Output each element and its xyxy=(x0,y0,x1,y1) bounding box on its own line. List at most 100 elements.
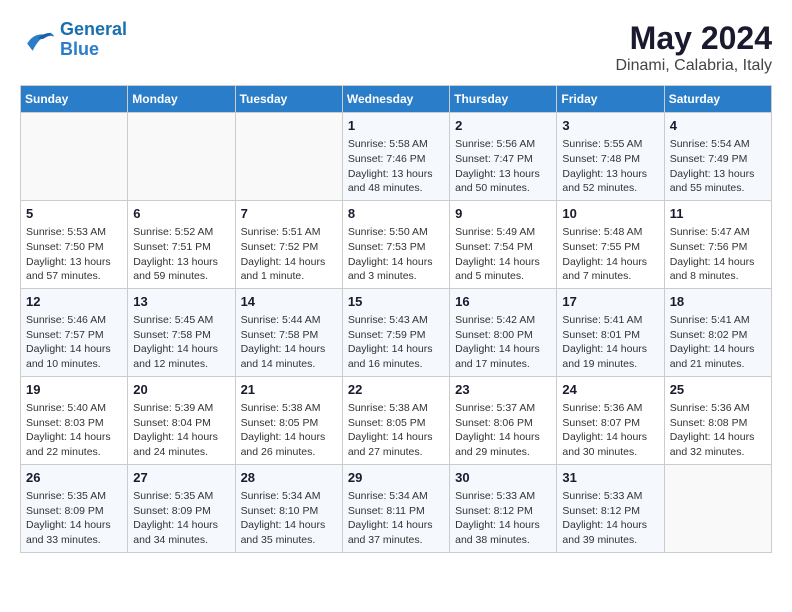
logo-line2: Blue xyxy=(60,40,127,60)
day-number: 16 xyxy=(455,293,551,311)
day-info: Sunrise: 5:42 AMSunset: 8:00 PMDaylight:… xyxy=(455,313,551,372)
calendar-cell xyxy=(235,113,342,201)
day-number: 10 xyxy=(562,205,658,223)
day-info: Sunrise: 5:35 AMSunset: 8:09 PMDaylight:… xyxy=(133,489,229,548)
day-number: 2 xyxy=(455,117,551,135)
day-info: Sunrise: 5:33 AMSunset: 8:12 PMDaylight:… xyxy=(455,489,551,548)
day-number: 20 xyxy=(133,381,229,399)
calendar-cell: 30Sunrise: 5:33 AMSunset: 8:12 PMDayligh… xyxy=(450,464,557,552)
weekday-header-row: SundayMondayTuesdayWednesdayThursdayFrid… xyxy=(21,86,772,113)
day-info: Sunrise: 5:46 AMSunset: 7:57 PMDaylight:… xyxy=(26,313,122,372)
day-number: 23 xyxy=(455,381,551,399)
calendar-cell: 21Sunrise: 5:38 AMSunset: 8:05 PMDayligh… xyxy=(235,376,342,464)
weekday-header-monday: Monday xyxy=(128,86,235,113)
calendar-cell: 19 Sunrise: 5:40 AMSunset: 8:03 PMDayligh… xyxy=(21,376,128,464)
day-info: Sunrise: 5:34 AMSunset: 8:10 PMDaylight:… xyxy=(241,489,337,548)
day-number: 24 xyxy=(562,381,658,399)
calendar-week-1: 1 Sunrise: 5:58 AMSunset: 7:46 PMDaylight… xyxy=(21,113,772,201)
calendar-cell: 25 Sunrise: 5:36 AMSunset: 8:08 PMDayligh… xyxy=(664,376,771,464)
day-number: 8 xyxy=(348,205,444,223)
page-header: General Blue May 2024 Dinami, Calabria, … xyxy=(20,20,772,75)
day-info: Sunrise: 5:41 AMSunset: 8:02 PMDaylight:… xyxy=(670,313,766,372)
day-info: Sunrise: 5:53 AMSunset: 7:50 PMDaylight:… xyxy=(26,225,122,284)
day-info: Sunrise: 5:56 AMSunset: 7:47 PMDaylight:… xyxy=(455,137,551,196)
day-number: 14 xyxy=(241,293,337,311)
calendar-week-4: 19 Sunrise: 5:40 AMSunset: 8:03 PMDayligh… xyxy=(21,376,772,464)
day-number: 5 xyxy=(26,205,122,223)
day-info: Sunrise: 5:49 AMSunset: 7:54 PMDaylight:… xyxy=(455,225,551,284)
day-info: Sunrise: 5:48 AMSunset: 7:55 PMDaylight:… xyxy=(562,225,658,284)
calendar-cell: 31 Sunrise: 5:33 AMSunset: 8:12 PMDayligh… xyxy=(557,464,664,552)
day-info: Sunrise: 5:34 AMSunset: 8:11 PMDaylight:… xyxy=(348,489,444,548)
day-info: Sunrise: 5:58 AMSunset: 7:46 PMDaylight:… xyxy=(348,137,444,196)
calendar-cell: 17 Sunrise: 5:41 AMSunset: 8:01 PMDayligh… xyxy=(557,288,664,376)
title-block: May 2024 Dinami, Calabria, Italy xyxy=(616,20,773,75)
day-info: Sunrise: 5:40 AMSunset: 8:03 PMDaylight:… xyxy=(26,401,122,460)
day-info: Sunrise: 5:38 AMSunset: 8:05 PMDaylight:… xyxy=(348,401,444,460)
calendar-cell: 2 Sunrise: 5:56 AMSunset: 7:47 PMDaylight… xyxy=(450,113,557,201)
calendar-cell: 10 Sunrise: 5:48 AMSunset: 7:55 PMDayligh… xyxy=(557,200,664,288)
day-number: 17 xyxy=(562,293,658,311)
calendar-week-3: 12 Sunrise: 5:46 AMSunset: 7:57 PMDayligh… xyxy=(21,288,772,376)
calendar-cell: 29Sunrise: 5:34 AMSunset: 8:11 PMDayligh… xyxy=(342,464,449,552)
calendar-week-2: 5 Sunrise: 5:53 AMSunset: 7:50 PMDaylight… xyxy=(21,200,772,288)
calendar-cell: 24 Sunrise: 5:36 AMSunset: 8:07 PMDayligh… xyxy=(557,376,664,464)
day-number: 15 xyxy=(348,293,444,311)
day-info: Sunrise: 5:36 AMSunset: 8:08 PMDaylight:… xyxy=(670,401,766,460)
day-number: 3 xyxy=(562,117,658,135)
day-number: 19 xyxy=(26,381,122,399)
day-number: 27 xyxy=(133,469,229,487)
calendar-cell: 15 Sunrise: 5:43 AMSunset: 7:59 PMDayligh… xyxy=(342,288,449,376)
calendar-title: May 2024 xyxy=(616,20,773,57)
logo-icon xyxy=(20,25,56,55)
calendar-cell: 6Sunrise: 5:52 AMSunset: 7:51 PMDaylight… xyxy=(128,200,235,288)
weekday-header-saturday: Saturday xyxy=(664,86,771,113)
calendar-cell xyxy=(21,113,128,201)
day-info: Sunrise: 5:41 AMSunset: 8:01 PMDaylight:… xyxy=(562,313,658,372)
day-number: 11 xyxy=(670,205,766,223)
calendar-cell: 14 Sunrise: 5:44 AMSunset: 7:58 PMDayligh… xyxy=(235,288,342,376)
weekday-header-tuesday: Tuesday xyxy=(235,86,342,113)
day-info: Sunrise: 5:50 AMSunset: 7:53 PMDaylight:… xyxy=(348,225,444,284)
logo-text: General Blue xyxy=(60,20,127,60)
calendar-cell: 12 Sunrise: 5:46 AMSunset: 7:57 PMDayligh… xyxy=(21,288,128,376)
day-info: Sunrise: 5:47 AMSunset: 7:56 PMDaylight:… xyxy=(670,225,766,284)
calendar-cell xyxy=(128,113,235,201)
day-info: Sunrise: 5:33 AMSunset: 8:12 PMDaylight:… xyxy=(562,489,658,548)
day-number: 25 xyxy=(670,381,766,399)
weekday-header-thursday: Thursday xyxy=(450,86,557,113)
weekday-header-sunday: Sunday xyxy=(21,86,128,113)
weekday-header-wednesday: Wednesday xyxy=(342,86,449,113)
day-number: 22 xyxy=(348,381,444,399)
calendar-cell: 26Sunrise: 5:35 AMSunset: 8:09 PMDayligh… xyxy=(21,464,128,552)
calendar-cell: 16 Sunrise: 5:42 AMSunset: 8:00 PMDayligh… xyxy=(450,288,557,376)
day-info: Sunrise: 5:55 AMSunset: 7:48 PMDaylight:… xyxy=(562,137,658,196)
day-info: Sunrise: 5:44 AMSunset: 7:58 PMDaylight:… xyxy=(241,313,337,372)
day-number: 4 xyxy=(670,117,766,135)
calendar-week-5: 26 Sunrise: 5:35 AMSunset: 8:09 PMDayligh… xyxy=(21,464,772,552)
calendar-cell: 23 Sunrise: 5:37 AMSunset: 8:06 PMDayligh… xyxy=(450,376,557,464)
day-info: Sunrise: 5:36 AMSunset: 8:07 PMDaylight:… xyxy=(562,401,658,460)
day-info: Sunrise: 5:37 AMSunset: 8:06 PMDaylight:… xyxy=(455,401,551,460)
calendar-cell: 9Sunrise: 5:49 AMSunset: 7:54 PMDaylight… xyxy=(450,200,557,288)
calendar-cell: 8 Sunrise: 5:50 AMSunset: 7:53 PMDaylight… xyxy=(342,200,449,288)
day-number: 1 xyxy=(348,117,444,135)
calendar-cell: 7 Sunrise: 5:51 AMSunset: 7:52 PMDaylight… xyxy=(235,200,342,288)
logo-line1: General xyxy=(60,19,127,39)
weekday-header-friday: Friday xyxy=(557,86,664,113)
calendar-cell: 1 Sunrise: 5:58 AMSunset: 7:46 PMDaylight… xyxy=(342,113,449,201)
calendar-location: Dinami, Calabria, Italy xyxy=(616,57,773,75)
calendar-cell: 18Sunrise: 5:41 AMSunset: 8:02 PMDayligh… xyxy=(664,288,771,376)
day-number: 7 xyxy=(241,205,337,223)
day-info: Sunrise: 5:51 AMSunset: 7:52 PMDaylight:… xyxy=(241,225,337,284)
day-number: 31 xyxy=(562,469,658,487)
calendar-cell: 20 Sunrise: 5:39 AMSunset: 8:04 PMDayligh… xyxy=(128,376,235,464)
day-info: Sunrise: 5:43 AMSunset: 7:59 PMDaylight:… xyxy=(348,313,444,372)
calendar-cell: 13Sunrise: 5:45 AMSunset: 7:58 PMDayligh… xyxy=(128,288,235,376)
day-info: Sunrise: 5:39 AMSunset: 8:04 PMDaylight:… xyxy=(133,401,229,460)
day-number: 12 xyxy=(26,293,122,311)
calendar-cell: 3 Sunrise: 5:55 AMSunset: 7:48 PMDaylight… xyxy=(557,113,664,201)
day-info: Sunrise: 5:38 AMSunset: 8:05 PMDaylight:… xyxy=(241,401,337,460)
calendar-cell: 22 Sunrise: 5:38 AMSunset: 8:05 PMDayligh… xyxy=(342,376,449,464)
day-number: 26 xyxy=(26,469,122,487)
